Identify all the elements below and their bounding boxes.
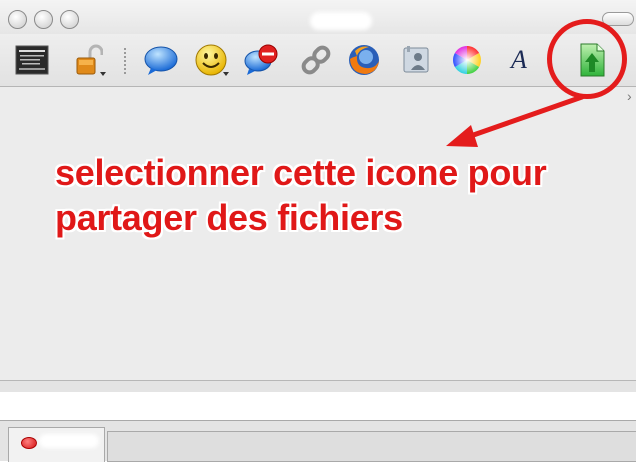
annotation-line-1: selectionner cette icone pour [55,152,547,193]
instruction-annotation: selectionner cette icone pour partager d… [55,150,547,240]
status-bubble-icon [21,437,37,449]
annotation-line-2: partager des fichiers [55,197,403,238]
tab-bar [0,420,636,462]
message-input[interactable] [107,431,636,462]
chat-tab[interactable] [8,427,105,462]
tab-label [39,434,99,448]
chat-window: A › selectionner cette icone pour partag… [0,0,636,392]
pane-splitter[interactable] [0,380,636,392]
